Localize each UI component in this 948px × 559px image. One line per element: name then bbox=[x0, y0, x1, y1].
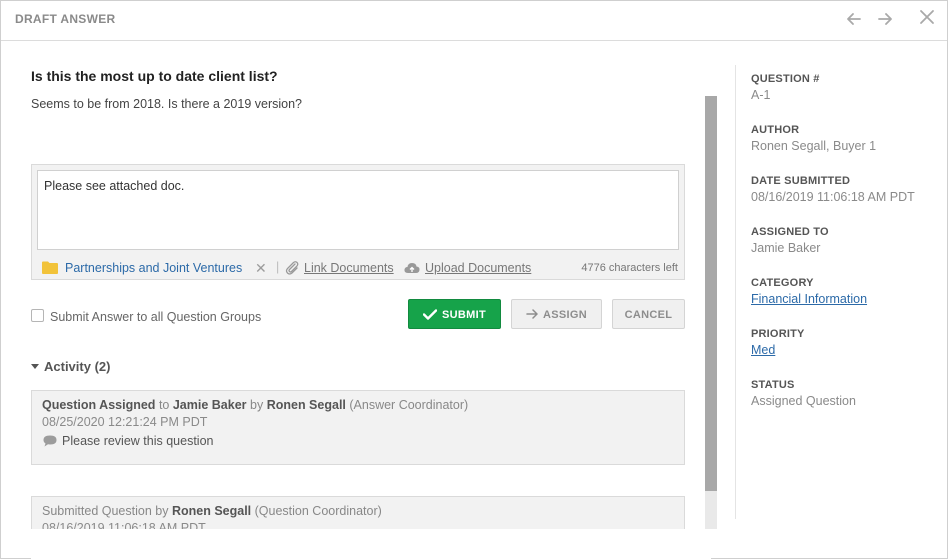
link-documents-link[interactable]: Link Documents bbox=[304, 261, 394, 275]
activity-connector: by bbox=[250, 398, 264, 412]
field-label: PRIORITY bbox=[751, 328, 805, 340]
attached-document-link[interactable]: Partnerships and Joint Ventures bbox=[65, 261, 242, 275]
close-icon[interactable] bbox=[915, 5, 939, 29]
activity-action: Question Assigned bbox=[42, 398, 156, 412]
field-label: QUESTION # bbox=[751, 73, 820, 85]
assign-button-label: ASSIGN bbox=[543, 309, 587, 321]
activity-actor: Ronen Segall bbox=[171, 504, 252, 518]
remove-attachment-icon[interactable]: ✕ bbox=[255, 260, 267, 277]
question-number-field: QUESTION # A-1 bbox=[751, 73, 820, 102]
field-label: ASSIGNED TO bbox=[751, 226, 829, 238]
field-value: 08/16/2019 11:06:18 AM PDT bbox=[751, 190, 915, 204]
question-description: Seems to be from 2018. Is there a 2019 v… bbox=[31, 97, 302, 111]
submit-button-label: SUBMIT bbox=[442, 309, 486, 321]
date-submitted-field: DATE SUBMITTED 08/16/2019 11:06:18 AM PD… bbox=[751, 175, 915, 204]
draft-answer-dialog: DRAFT ANSWER Is this the most up to date… bbox=[0, 0, 948, 559]
status-field: STATUS Assigned Question bbox=[751, 379, 856, 408]
submit-button[interactable]: SUBMIT bbox=[408, 299, 501, 329]
cloud-upload-icon bbox=[404, 263, 420, 273]
priority-field: PRIORITY Med bbox=[751, 328, 805, 357]
divider: | bbox=[276, 260, 280, 274]
folder-icon bbox=[42, 261, 58, 274]
dialog-title: DRAFT ANSWER bbox=[15, 12, 116, 26]
field-label: AUTHOR bbox=[751, 124, 800, 136]
question-title: Is this the most up to date client list? bbox=[31, 68, 278, 84]
activity-comment-text: Please review this question bbox=[62, 434, 214, 448]
dialog-header: DRAFT ANSWER bbox=[1, 1, 947, 41]
field-value: A-1 bbox=[751, 88, 771, 102]
activity-target: Jamie Baker bbox=[172, 398, 247, 412]
field-label: CATEGORY bbox=[751, 277, 814, 289]
activity-actor: Ronen Segall bbox=[266, 398, 346, 412]
field-label: DATE SUBMITTED bbox=[751, 175, 851, 187]
activity-connector: by bbox=[155, 504, 169, 518]
field-label: STATUS bbox=[751, 379, 795, 391]
scrollbar-thumb[interactable] bbox=[705, 96, 717, 491]
activity-comment: Please review this question bbox=[42, 434, 674, 448]
checkmark-icon bbox=[422, 308, 438, 320]
answer-editor: Please see attached doc. Partnerships an… bbox=[31, 164, 685, 280]
activity-connector: to bbox=[158, 398, 170, 412]
activity-action: Submitted Question bbox=[42, 504, 152, 518]
submit-all-label: Submit Answer to all Question Groups bbox=[50, 310, 262, 324]
paperclip-icon bbox=[285, 261, 299, 275]
answer-input[interactable]: Please see attached doc. bbox=[37, 170, 679, 250]
activity-item: Question Assigned to Jamie Baker by Rone… bbox=[31, 390, 685, 465]
activity-date: 08/25/2020 12:21:24 PM PDT bbox=[42, 415, 208, 429]
field-value: Jamie Baker bbox=[751, 241, 821, 255]
arrow-right-icon[interactable] bbox=[873, 7, 897, 31]
activity-summary: Question Assigned to Jamie Baker by Rone… bbox=[42, 398, 674, 412]
arrow-left-icon[interactable] bbox=[842, 7, 866, 31]
activity-role: (Answer Coordinator) bbox=[349, 398, 469, 412]
cancel-button[interactable]: CANCEL bbox=[612, 299, 685, 329]
details-sidebar: QUESTION # A-1 AUTHOR Ronen Segall, Buye… bbox=[735, 65, 935, 519]
category-link[interactable]: Financial Information bbox=[751, 292, 867, 306]
scroll-clip bbox=[31, 529, 711, 559]
cancel-button-label: CANCEL bbox=[624, 309, 673, 321]
submit-all-checkbox[interactable] bbox=[31, 309, 44, 322]
field-value: Assigned Question bbox=[751, 394, 856, 408]
field-value: Ronen Segall, Buyer 1 bbox=[751, 139, 877, 153]
activity-summary: Submitted Question by Ronen Segall (Ques… bbox=[42, 504, 674, 518]
arrow-right-icon bbox=[526, 309, 538, 319]
assign-button[interactable]: ASSIGN bbox=[511, 299, 602, 329]
comment-icon bbox=[43, 435, 57, 447]
upload-documents-link[interactable]: Upload Documents bbox=[425, 261, 531, 275]
activity-header-label: Activity (2) bbox=[44, 359, 111, 374]
activity-role: (Question Coordinator) bbox=[254, 504, 382, 518]
assigned-to-field: ASSIGNED TO Jamie Baker bbox=[751, 226, 829, 255]
category-field: CATEGORY Financial Information bbox=[751, 277, 867, 306]
caret-down-icon bbox=[31, 364, 39, 370]
priority-link[interactable]: Med bbox=[751, 343, 775, 357]
author-field: AUTHOR Ronen Segall, Buyer 1 bbox=[751, 124, 876, 153]
characters-left-counter: 4776 characters left bbox=[581, 262, 678, 274]
activity-toggle[interactable]: Activity (2) bbox=[31, 359, 110, 374]
